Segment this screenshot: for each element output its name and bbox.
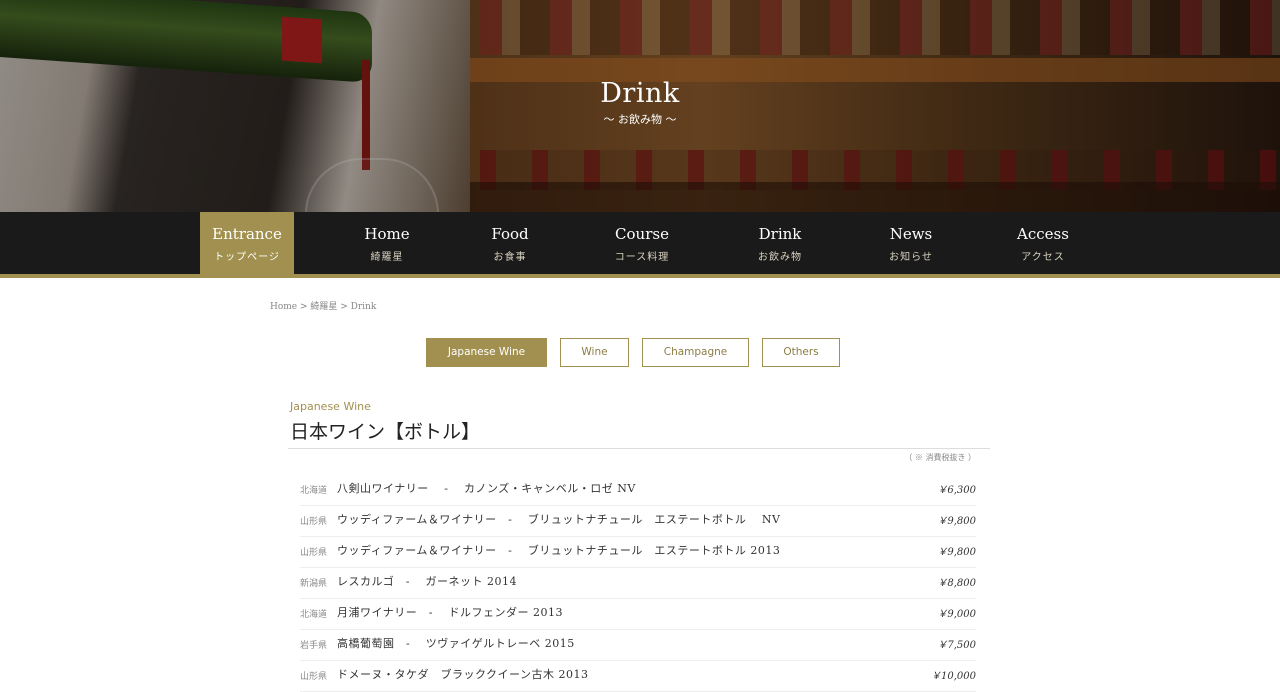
nav-item-sublabel: お食事 (493, 252, 527, 263)
wine-list: 北海道 八剣山ワイナリー - カノンズ・キャンベル・ロゼ NV ￥6,300 山… (300, 475, 976, 692)
nav-item-sublabel: アクセス (1021, 252, 1065, 263)
list-item: 山形県 ウッディファーム＆ワイナリー - ブリュットナチュール エステートボトル… (300, 537, 976, 568)
nav-item-sublabel: 綺羅星 (370, 252, 404, 263)
wine-name: レスカルゴ - ガーネット 2014 (337, 575, 517, 588)
nav-item-food[interactable]: Food お食事 (470, 212, 550, 274)
wine-prefecture: 北海道 (300, 486, 328, 496)
wine-price: ￥8,800 (937, 578, 976, 589)
nav-item-label: Food (491, 225, 529, 243)
nav-item-label: Drink (758, 225, 802, 243)
category-tabs: Japanese Wine Wine Champagne Others (0, 338, 1280, 367)
list-item: 山形県 ドメーヌ・タケダ ブラッククイーン古木 2013 ￥10,000 (300, 661, 976, 692)
list-item: 岩手県 高橋葡萄園 - ツヴァイゲルトレーベ 2015 ￥7,500 (300, 630, 976, 661)
nav-item-sublabel: お飲み物 (758, 252, 802, 263)
wine-price: ￥6,300 (937, 485, 976, 496)
nav-item-label: Course (615, 225, 669, 243)
list-item: 北海道 月浦ワイナリー - ドルフェンダー 2013 ￥9,000 (300, 599, 976, 630)
breadcrumb[interactable]: Home > 綺羅星 > Drink (270, 299, 376, 312)
tab-others[interactable]: Others (762, 338, 840, 367)
tax-note: （ ※ 消費税抜き ） (904, 453, 976, 462)
tab-champagne[interactable]: Champagne (642, 338, 749, 367)
section-subheading: Japanese Wine (290, 400, 371, 413)
wine-name: 八剣山ワイナリー - カノンズ・キャンベル・ロゼ NV (337, 482, 636, 495)
page-subtitle: 〜 お飲み物 〜 (603, 113, 677, 126)
main-nav: Entrance トップページ Home 綺羅星 Food お食事 Course… (0, 212, 1280, 278)
wine-prefecture: 山形県 (300, 672, 328, 682)
wine-price: ￥9,800 (937, 516, 976, 527)
nav-item-label: Entrance (212, 225, 282, 243)
nav-item-entrance[interactable]: Entrance トップページ (200, 212, 294, 274)
list-item: 北海道 八剣山ワイナリー - カノンズ・キャンベル・ロゼ NV ￥6,300 (300, 475, 976, 506)
list-item: 山形県 ウッディファーム＆ワイナリー - ブリュットナチュール エステートボトル… (300, 506, 976, 537)
wine-price: ￥7,500 (937, 640, 976, 651)
wine-prefecture: 北海道 (300, 610, 328, 620)
wine-prefecture: 新潟県 (300, 579, 328, 589)
nav-item-label: Home (364, 225, 410, 243)
list-item: 新潟県 レスカルゴ - ガーネット 2014 ￥8,800 (300, 568, 976, 599)
nav-item-sublabel: コース料理 (614, 252, 670, 263)
tab-wine[interactable]: Wine (560, 338, 629, 367)
nav-item-drink[interactable]: Drink お飲み物 (740, 212, 820, 274)
nav-item-news[interactable]: News お知らせ (871, 212, 951, 274)
wine-name: 高橋葡萄園 - ツヴァイゲルトレーベ 2015 (337, 637, 575, 650)
tab-japanese-wine[interactable]: Japanese Wine (426, 338, 547, 367)
wine-price: ￥9,800 (937, 547, 976, 558)
nav-item-sublabel: お知らせ (889, 252, 933, 263)
page-title: Drink (600, 78, 680, 109)
section-divider (288, 448, 990, 449)
nav-item-label: News (889, 225, 933, 243)
nav-item-access[interactable]: Access アクセス (1003, 212, 1083, 274)
section-heading: 日本ワイン【ボトル】 (290, 421, 481, 443)
wine-prefecture: 山形県 (300, 517, 328, 527)
wine-name: ウッディファーム＆ワイナリー - ブリュットナチュール エステートボトル 201… (337, 544, 781, 557)
wine-prefecture: 山形県 (300, 548, 328, 558)
nav-item-home[interactable]: Home 綺羅星 (347, 212, 427, 274)
wine-name: ウッディファーム＆ワイナリー - ブリュットナチュール エステートボトル NV (337, 513, 781, 526)
wine-name: 月浦ワイナリー - ドルフェンダー 2013 (337, 606, 563, 619)
nav-item-sublabel: トップページ (214, 252, 280, 263)
wine-prefecture: 岩手県 (300, 641, 328, 651)
nav-item-label: Access (1017, 225, 1069, 243)
wine-price: ￥9,000 (937, 609, 976, 620)
hero-banner: Drink 〜 お飲み物 〜 (0, 0, 1280, 212)
nav-item-course[interactable]: Course コース料理 (597, 212, 687, 274)
